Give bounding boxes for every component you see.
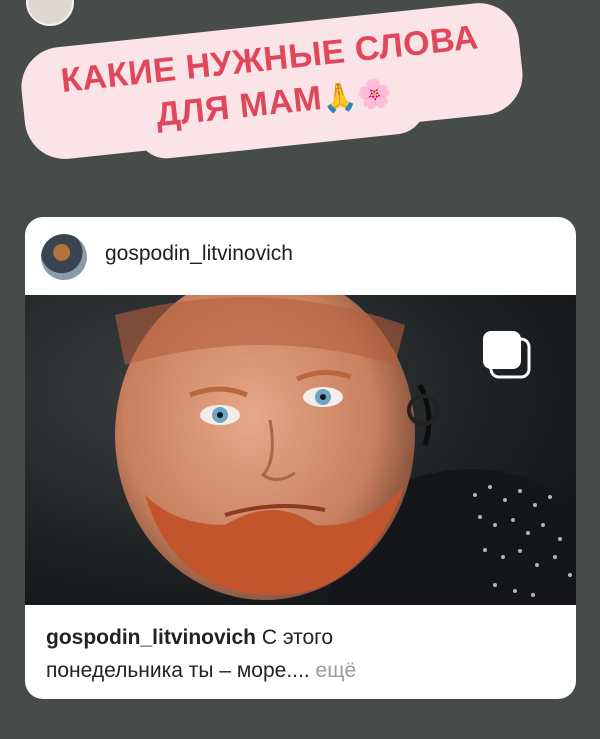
shared-post-card[interactable]: gospodin_litvinovich gospodin_litvinovic… — [25, 217, 576, 699]
sticker-emojis: 🙏🌸 — [320, 76, 395, 115]
post-author-avatar[interactable] — [41, 234, 87, 280]
caption-text-1: С этого — [261, 626, 334, 649]
post-photo[interactable] — [25, 295, 576, 605]
story-text-sticker: КАКИЕ НУЖНЫЕ СЛОВА ДЛЯ МАМ🙏🌸 — [16, 0, 549, 183]
caption-more-link[interactable]: ещё — [316, 659, 357, 682]
post-header: gospodin_litvinovich — [25, 217, 576, 295]
caption-username[interactable]: gospodin_litvinovich — [46, 626, 256, 649]
post-author-username[interactable]: gospodin_litvinovich — [105, 242, 293, 266]
caption-text-2: понедельника ты – море.... — [46, 659, 310, 682]
post-caption: gospodin_litvinovich С этого понедельник… — [46, 621, 556, 687]
story-author-avatar[interactable] — [26, 0, 74, 26]
